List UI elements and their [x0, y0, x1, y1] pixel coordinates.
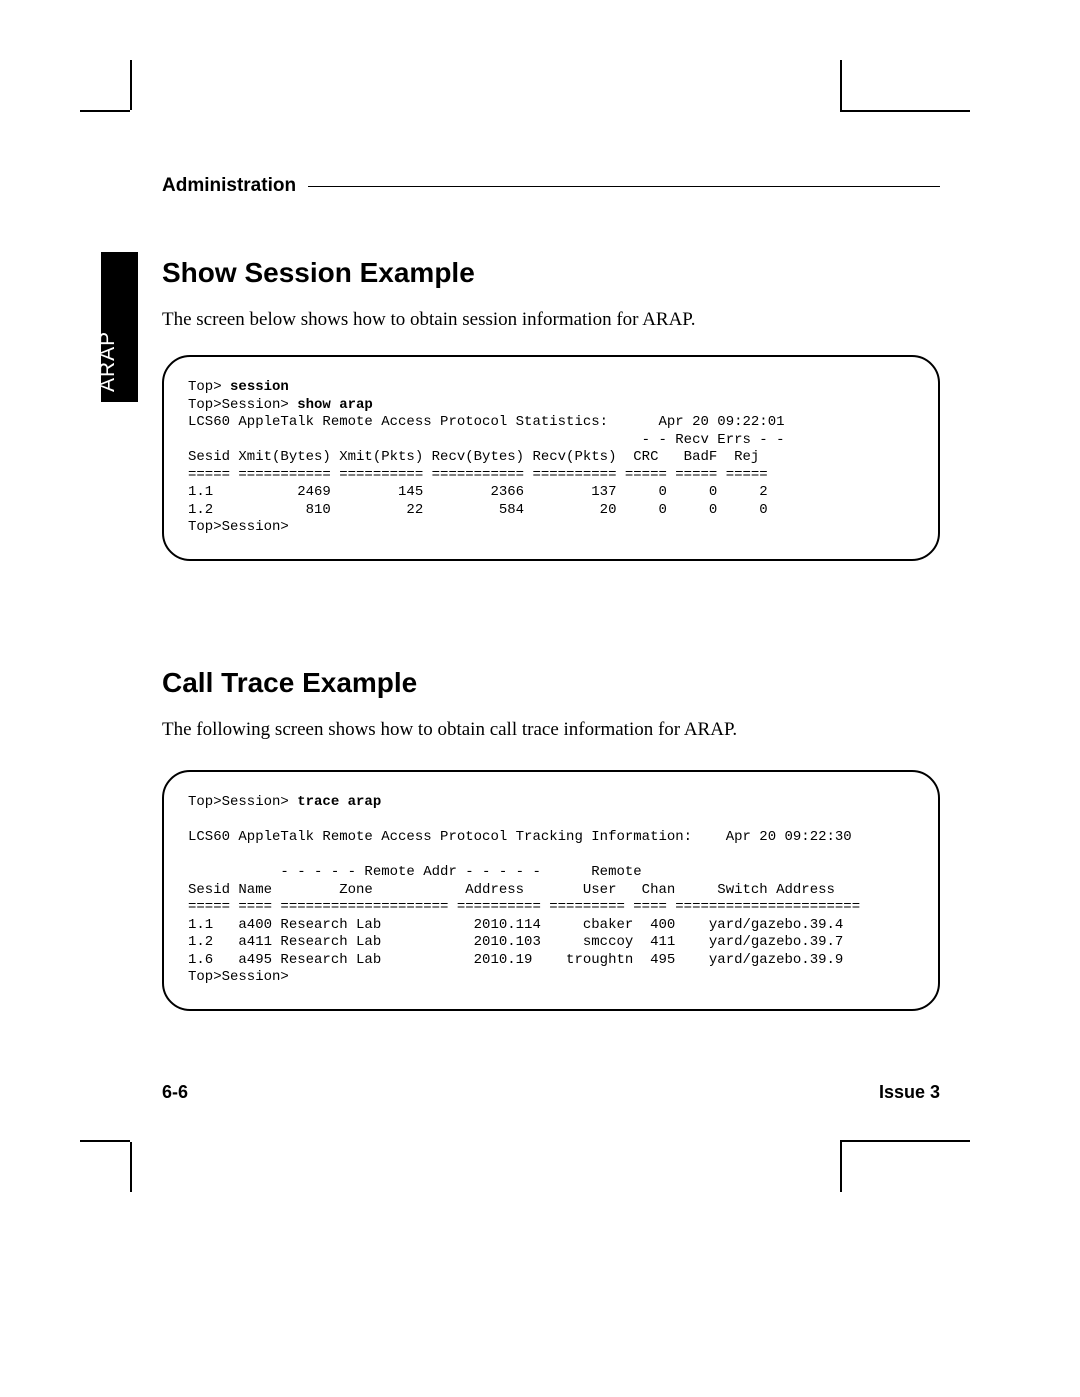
terminal-session: Top> session Top>Session> show arap LCS6… — [162, 355, 940, 561]
terminal-trace: Top>Session> trace arap LCS60 AppleTalk … — [162, 770, 940, 1011]
frame-mark — [130, 60, 132, 110]
frame-mark — [80, 110, 130, 112]
side-tab-label: ARAP — [96, 331, 120, 392]
section-body: The following screen shows how to obtain… — [162, 717, 940, 743]
section-show-session: Show Session Example The screen below sh… — [162, 257, 940, 333]
section-heading: Call Trace Example — [162, 667, 940, 699]
frame-mark — [130, 1142, 132, 1192]
frame-mark — [840, 60, 842, 110]
terminal-output: Top> session Top>Session> show arap LCS6… — [188, 379, 914, 537]
section-heading: Show Session Example — [162, 257, 940, 289]
terminal-output: Top>Session> trace arap LCS60 AppleTalk … — [188, 794, 914, 987]
page-number: 6-6 — [162, 1082, 188, 1103]
section-call-trace: Call Trace Example The following screen … — [162, 667, 940, 743]
frame-mark — [840, 1142, 842, 1192]
page-footer: 6-6 Issue 3 — [162, 1082, 940, 1103]
header-title: Administration — [162, 175, 296, 197]
issue-label: Issue 3 — [879, 1082, 940, 1103]
frame-mark — [840, 1140, 970, 1142]
frame-mark — [80, 1140, 130, 1142]
side-tab: ARAP — [101, 252, 138, 402]
section-body: The screen below shows how to obtain ses… — [162, 307, 940, 333]
header-rule — [308, 186, 940, 187]
frame-mark — [840, 110, 970, 112]
page-header: Administration — [162, 175, 940, 197]
